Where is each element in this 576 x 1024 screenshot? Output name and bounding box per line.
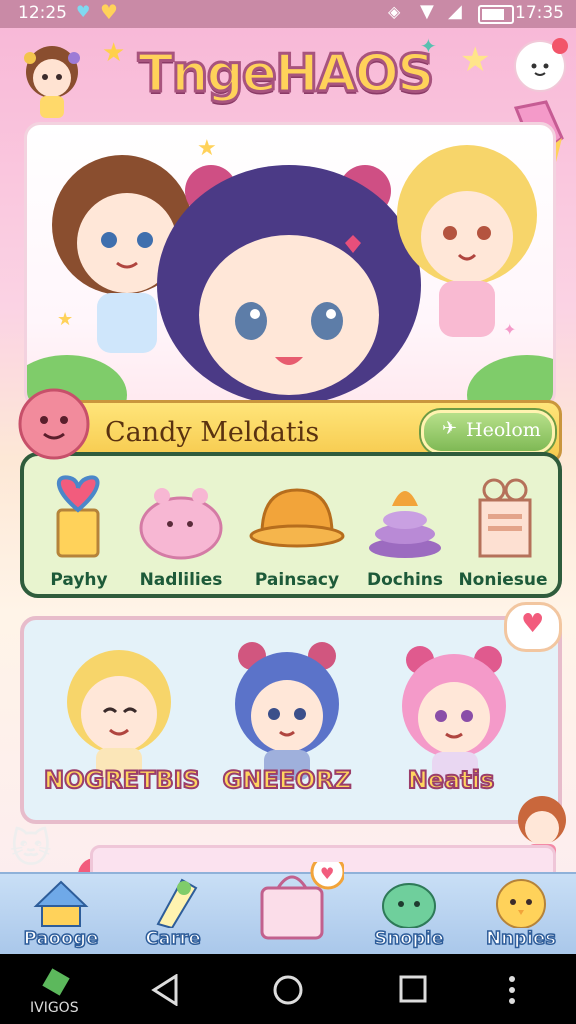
battery-icon <box>478 5 514 24</box>
pudding-icon <box>249 488 345 548</box>
nav-label: Paooge <box>23 927 99 950</box>
notification-dot-icon <box>552 38 568 54</box>
featured-illustration: ★ ★ ✦ <box>27 136 553 405</box>
category-label: Payhy <box>50 570 108 590</box>
character-center-icon <box>157 165 421 405</box>
category-label: Nadlilies <box>139 570 223 590</box>
heart-frame-icon <box>56 475 100 558</box>
character-card-1[interactable]: NOGRETBIS <box>43 634 201 804</box>
notification-heart-icon: ♥ <box>100 0 118 24</box>
back-icon[interactable] <box>150 974 180 1006</box>
mascot-button[interactable] <box>514 38 568 92</box>
character-name: NOGRETBIS <box>43 765 201 795</box>
nav-item-carre[interactable]: Carre <box>118 878 228 954</box>
characters-panel: NOGRETBIS GNEEORZ Neatis <box>20 616 562 824</box>
character-name: Neatis <box>407 765 496 795</box>
svg-text:✦: ✦ <box>503 320 516 339</box>
android-nav-bar: IVIGOS <box>0 954 576 1024</box>
character-name: GNEEORZ <box>222 765 353 795</box>
svg-text:★: ★ <box>57 309 73 330</box>
nav-label: Nnpies <box>485 927 556 950</box>
category-label: Noniesue <box>458 570 548 590</box>
category-label: Dochins <box>366 570 444 590</box>
nav-item-shop[interactable]: ♥ <box>244 854 346 952</box>
swirl-cake-icon <box>369 491 441 558</box>
character-pink-hair-icon <box>402 646 506 780</box>
category-item-nadlilies[interactable]: Nadlilies <box>126 470 236 590</box>
svg-text:★: ★ <box>197 136 217 161</box>
character-card-2[interactable]: GNEEORZ <box>212 634 362 804</box>
status-bar: 12:25 ♥ ♥ ◈ ▼ ◢ 17:35 <box>0 0 576 28</box>
category-panel: Payhy Nadlilies Painsacy Dochins Noniesu… <box>20 452 562 598</box>
heart-icon: ♥ <box>521 609 545 639</box>
featured-title: Candy Meldatis <box>105 417 320 448</box>
character-blue-hair-icon <box>235 642 339 780</box>
avatar-girl-icon <box>24 46 80 118</box>
home-icon[interactable] <box>272 974 304 1006</box>
recents-icon[interactable] <box>398 974 428 1004</box>
ticket-icon <box>156 878 198 930</box>
favorite-bubble-button[interactable]: ♥ <box>504 602 562 652</box>
gift-box-icon <box>478 478 532 558</box>
app-title: TngeHAOS <box>136 43 435 106</box>
enter-button-label: Heolom <box>466 419 541 441</box>
signal-icon: ◢ <box>448 1 462 22</box>
slime-icon <box>382 883 436 929</box>
nav-label: Carre <box>145 927 202 950</box>
featured-card[interactable]: ★ ★ ✦ <box>24 122 556 408</box>
cake-icon <box>139 488 223 560</box>
wifi-icon: ▼ <box>420 1 434 22</box>
character-blonde-icon <box>67 650 171 778</box>
star-icon: ★ <box>460 40 491 80</box>
app-icon <box>42 968 70 996</box>
pink-mascot-icon <box>14 384 94 464</box>
nav-item-paooge[interactable]: Paooge <box>6 878 116 954</box>
heart-icon: ♥ <box>76 2 91 21</box>
bottom-nav: Paooge Carre ♥ Snopie Nnpies <box>0 854 576 956</box>
chick-icon <box>496 879 546 929</box>
house-icon <box>33 880 89 927</box>
nav-label: Snopie <box>374 927 445 950</box>
category-item-painsacy[interactable]: Painsacy <box>242 470 352 590</box>
category-item-noniesue[interactable]: Noniesue <box>448 470 558 590</box>
shopping-bag-icon: ♥ <box>260 854 346 940</box>
more-options-icon[interactable] <box>506 974 518 1006</box>
status-time: 12:25 <box>18 3 67 23</box>
star-face-icon: ★ <box>102 38 126 68</box>
cat-icon: 🐱 <box>10 826 52 872</box>
category-label: Painsacy <box>254 570 340 590</box>
character-card-3[interactable]: Neatis <box>376 634 526 804</box>
nav-item-snopie[interactable]: Snopie <box>354 878 464 954</box>
category-item-dochins[interactable]: Dochins <box>350 470 460 590</box>
status-clock: 17:35 <box>515 3 564 23</box>
nav-item-nnpies[interactable]: Nnpies <box>466 878 576 954</box>
enter-button[interactable]: ✈ Heolom <box>421 410 555 454</box>
player-avatar[interactable] <box>12 36 92 122</box>
nfc-icon: ◈ <box>388 2 401 21</box>
play-arrow-icon: ✈ <box>442 418 458 439</box>
category-item-payhy[interactable]: Payhy <box>24 470 134 590</box>
svg-text:♥: ♥ <box>320 864 334 883</box>
android-nav-label: IVIGOS <box>30 1000 79 1016</box>
